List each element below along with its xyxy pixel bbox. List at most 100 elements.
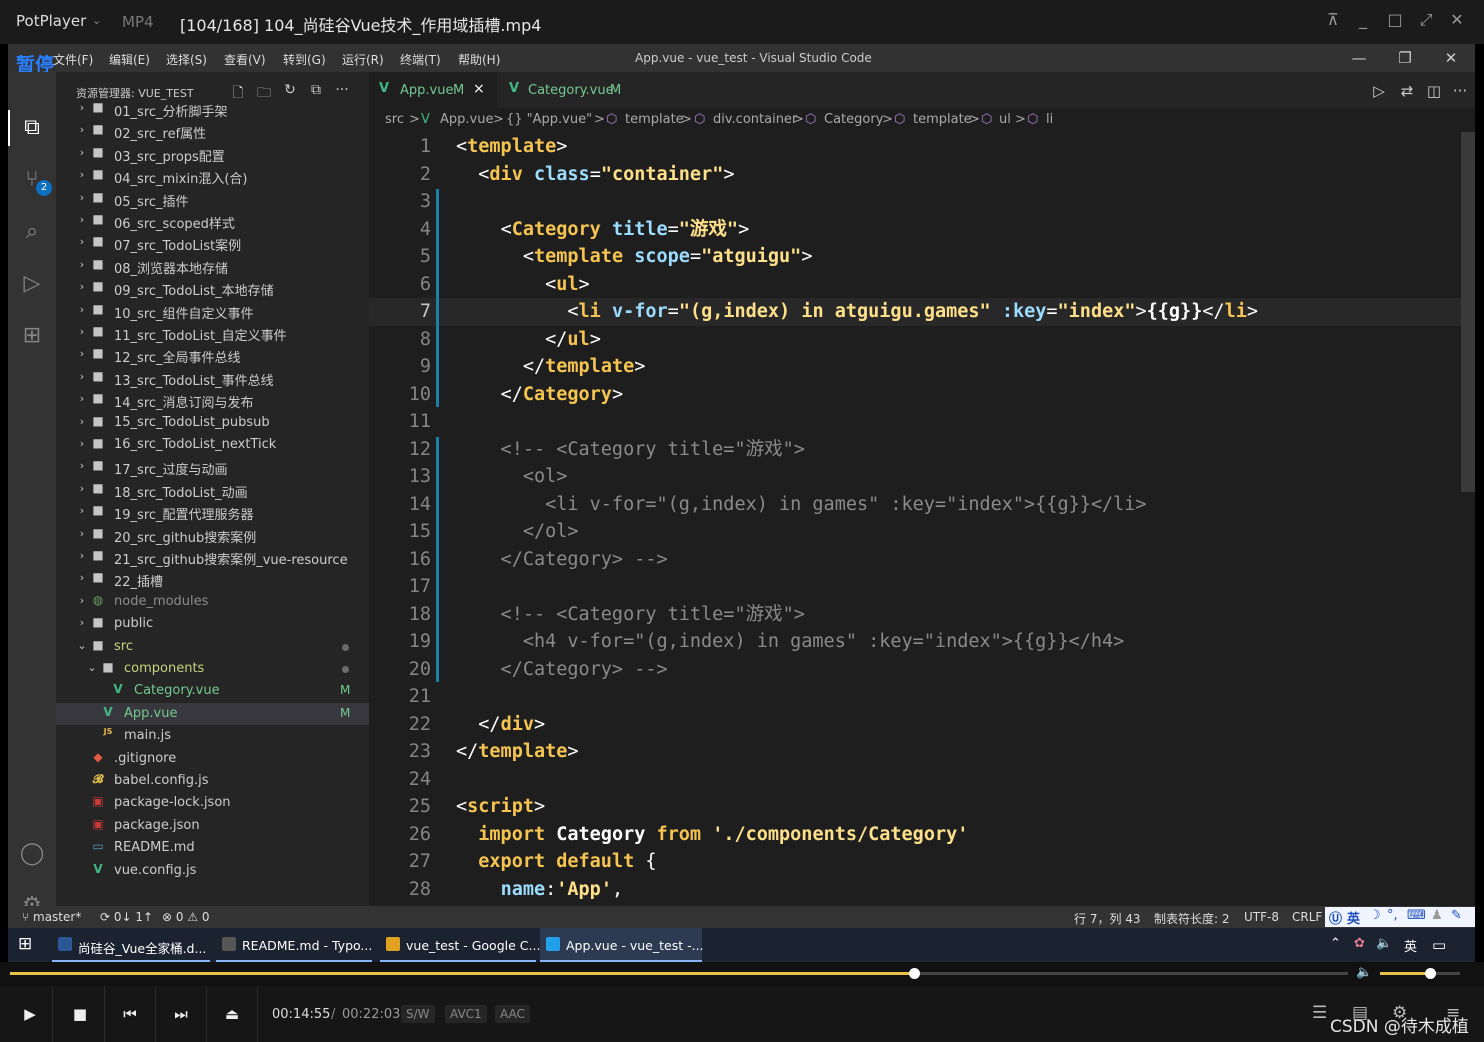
tree-item[interactable]: ◆ .gitignore	[56, 748, 369, 770]
tree-item[interactable]: Vvue.config.js	[56, 860, 369, 882]
volume-handle[interactable]	[1424, 968, 1436, 979]
code-line[interactable]: 27 export default {	[369, 848, 1461, 876]
speaker-icon[interactable]: 🔈	[1376, 936, 1392, 951]
chevron-right-icon[interactable]: ›	[76, 594, 88, 607]
previous-button[interactable]: ⏮	[117, 1001, 143, 1027]
tree-item[interactable]: › ■ 02_src_ref属性	[56, 120, 369, 142]
chevron-down-icon[interactable]: ⌄	[86, 661, 98, 674]
code-line[interactable]: 8 </ul>	[369, 326, 1461, 354]
indent-setting[interactable]: 制表符长度: 2	[1154, 910, 1230, 927]
volume-track[interactable]	[1380, 968, 1460, 979]
tree-item[interactable]: ▭ README.md	[56, 837, 369, 859]
editor-scrollbar[interactable]	[1461, 132, 1475, 906]
sync-status[interactable]: ⟳ 0↓ 1↑	[100, 910, 153, 924]
code-line[interactable]: 2 <div class="container">	[369, 161, 1461, 189]
code-line[interactable]: 19 <h4 v-for="(g,index) in games" :key="…	[369, 628, 1461, 656]
wrench-icon[interactable]: ✎	[1451, 908, 1462, 923]
tree-item[interactable]: › ■ 20_src_github搜索案例	[56, 524, 369, 546]
run-debug-icon[interactable]: ▷	[18, 270, 46, 298]
search-icon[interactable]: ⌕	[18, 218, 46, 246]
seek-bar[interactable]: 🔈	[0, 962, 1484, 986]
breadcrumb-item[interactable]: ul	[999, 112, 1011, 127]
tree-item[interactable]: › ■ 14_src_消息订阅与发布	[56, 389, 369, 411]
tree-item[interactable]: ⌄ ■ components	[56, 658, 369, 680]
volume-icon[interactable]: 🔈	[1356, 965, 1372, 980]
playlist-search-icon[interactable]: ☰	[1312, 1003, 1327, 1023]
chevron-right-icon[interactable]: ›	[76, 280, 88, 293]
seek-track[interactable]	[10, 968, 1348, 979]
ime-mode[interactable]: 英	[1347, 908, 1360, 927]
tab-category-vue[interactable]: V Category.vue M	[497, 72, 633, 108]
code-line[interactable]: 4 <Category title="游戏">	[369, 216, 1461, 244]
taskbar-item[interactable]: vue_test - Google C...	[380, 928, 540, 962]
extensions-icon[interactable]: ⊞	[18, 322, 46, 350]
video-codec-chip[interactable]: AVC1	[445, 1005, 487, 1023]
maximize-button[interactable]: □	[1384, 10, 1406, 29]
chevron-right-icon[interactable]: ›	[76, 549, 88, 562]
chevron-right-icon[interactable]: ›	[76, 482, 88, 495]
tree-item[interactable]: › ■ 09_src_TodoList_本地存储	[56, 277, 369, 299]
encoding-setting[interactable]: UTF-8	[1244, 910, 1279, 924]
tree-item[interactable]: › ■ 10_src_组件自定义事件	[56, 300, 369, 322]
problems-status[interactable]: ⊗ 0 ⚠ 0	[162, 910, 210, 924]
tree-item[interactable]: ⌄ ■ src	[56, 636, 369, 658]
chevron-right-icon[interactable]: ›	[76, 616, 88, 629]
code-line[interactable]: 23 </template>	[369, 738, 1461, 766]
code-line[interactable]: 17	[369, 573, 1461, 601]
chevron-down-icon[interactable]: ⌄	[92, 14, 101, 27]
code-line[interactable]: 28 name:'App',	[369, 876, 1461, 904]
tree-item[interactable]: › ■ 12_src_全局事件总线	[56, 344, 369, 366]
stop-button[interactable]: ■	[67, 1001, 93, 1027]
tree-item[interactable]: › ■ 01_src_分析脚手架	[56, 98, 369, 120]
code-line[interactable]: 24	[369, 766, 1461, 794]
next-button[interactable]: ⏭	[168, 1001, 194, 1027]
tree-item[interactable]: › ■ 22_插槽	[56, 568, 369, 590]
code-line[interactable]: 6 <ul>	[369, 271, 1461, 299]
chevron-right-icon[interactable]: ›	[76, 101, 88, 114]
chevron-right-icon[interactable]: ›	[76, 235, 88, 248]
code-line[interactable]: 7 <li v-for="(g,index) in atguigu.games"…	[369, 298, 1461, 326]
chevron-up-icon[interactable]: ⌃	[1330, 936, 1341, 951]
tree-item[interactable]: › ■ 05_src_插件	[56, 188, 369, 210]
code-line[interactable]: 10 </Category>	[369, 381, 1461, 409]
code-line[interactable]: 20 </Category> -->	[369, 656, 1461, 684]
code-line[interactable]: 15 </ol>	[369, 518, 1461, 546]
minimize-button[interactable]: _	[1352, 10, 1374, 29]
tree-item[interactable]: › ■ 07_src_TodoList案例	[56, 232, 369, 254]
pin-icon[interactable]: ⊼	[1322, 10, 1344, 29]
menu-help[interactable]: 帮助(H)	[458, 51, 500, 68]
user-icon[interactable]: ♟	[1431, 908, 1443, 923]
explorer-icon[interactable]: ⧉	[18, 114, 46, 142]
branch-status[interactable]: ⑂ master*	[22, 910, 81, 924]
play-button[interactable]: ▶	[17, 1001, 43, 1027]
account-icon[interactable]: ◯	[18, 840, 46, 868]
chevron-right-icon[interactable]: ›	[76, 459, 88, 472]
eject-button[interactable]: ⏏	[219, 1001, 245, 1027]
code-line[interactable]: 21	[369, 683, 1461, 711]
code-line[interactable]: 12 <!-- <Category title="游戏">	[369, 436, 1461, 464]
chevron-right-icon[interactable]: ›	[76, 213, 88, 226]
menu-view[interactable]: 查看(V)	[224, 51, 266, 68]
chevron-right-icon[interactable]: ›	[76, 325, 88, 338]
code-line[interactable]: 26 import Category from './components/Ca…	[369, 821, 1461, 849]
audio-codec-chip[interactable]: AAC	[495, 1005, 530, 1023]
breadcrumb-item[interactable]: div.container	[713, 112, 797, 127]
moon-icon[interactable]: ☽	[1369, 908, 1381, 923]
vscode-restore-button[interactable]: ❐	[1392, 49, 1418, 67]
close-icon[interactable]: ×	[473, 81, 485, 97]
notification-icon[interactable]: ▭	[1432, 936, 1446, 954]
chevron-right-icon[interactable]: ›	[76, 415, 88, 428]
menu-terminal[interactable]: 终端(T)	[400, 51, 441, 68]
tree-item[interactable]: 𝓑babel.config.js	[56, 770, 369, 792]
punct-icon[interactable]: °,	[1387, 908, 1398, 923]
chevron-right-icon[interactable]: ›	[76, 347, 88, 360]
code-line[interactable]: 14 <li v-for="(g,index) in games" :key="…	[369, 491, 1461, 519]
tree-item[interactable]: › ■ 21_src_github搜索案例_vue-resource	[56, 546, 369, 568]
code-line[interactable]: 13 <ol>	[369, 463, 1461, 491]
refresh-icon[interactable]: ↻	[280, 82, 300, 98]
close-button[interactable]: ✕	[1446, 10, 1468, 29]
code-editor[interactable]: 1 <template> 2 <div class="container"> 3 4 <…	[369, 132, 1461, 906]
ime-toolbar[interactable]: Ⓤ 英 ☽ °, ⌨ ♟ ✎	[1325, 907, 1475, 927]
chevron-down-icon[interactable]: ⌄	[76, 639, 88, 652]
taskbar-item[interactable]: README.md - Typo...	[216, 928, 372, 962]
